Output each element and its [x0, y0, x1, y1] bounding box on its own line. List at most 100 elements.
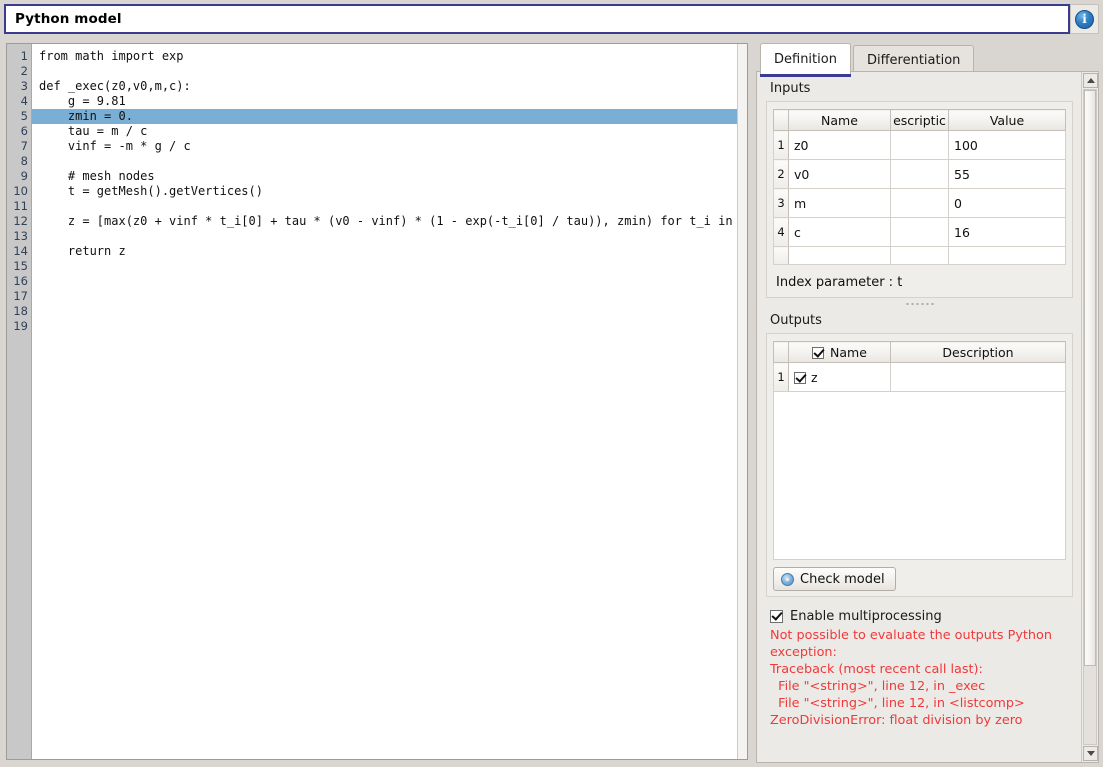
code-line[interactable]: tau = m / c	[32, 124, 747, 139]
input-value-cell[interactable]: 16	[949, 218, 1066, 247]
code-line[interactable]: t = getMesh().getVertices()	[32, 184, 747, 199]
table-row[interactable]: 3m 0	[774, 189, 1066, 218]
code-line[interactable]: g = 9.81	[32, 94, 747, 109]
inputs-groupbox: Name escriptic Value 1z01002v0553m04c16 …	[766, 101, 1073, 298]
error-line: File "<string>", line 12, in <listcomp>	[770, 695, 1073, 712]
tab-differentiation[interactable]: Differentiation	[853, 45, 974, 74]
code-text-area[interactable]: from math import exp def _exec(z0,v0,m,c)…	[32, 44, 747, 759]
code-line[interactable]: vinf = -m * g / c	[32, 139, 747, 154]
code-line[interactable]	[32, 229, 747, 244]
table-row[interactable]: 1z0100	[774, 131, 1066, 160]
line-number: 7	[7, 139, 31, 154]
horizontal-splitter[interactable]	[766, 298, 1073, 310]
enable-multiprocessing-row[interactable]: Enable multiprocessing	[770, 609, 1073, 624]
page-title: Python model	[6, 11, 122, 27]
outputs-col-name-label: Name	[830, 345, 867, 360]
outputs-table-header: Name Description	[774, 342, 1066, 363]
input-description-cell[interactable]	[891, 131, 949, 160]
input-description-cell[interactable]	[891, 160, 949, 189]
code-line[interactable]	[32, 289, 747, 304]
code-line[interactable]: # mesh nodes	[32, 169, 747, 184]
inputs-table-header: Name escriptic Value	[774, 110, 1066, 131]
scroll-up-arrow-icon	[1087, 78, 1095, 83]
row-number: 3	[774, 189, 789, 218]
info-button[interactable]: i	[1070, 4, 1099, 34]
output-description-cell[interactable]	[891, 363, 1066, 392]
output-name-cell[interactable]: z	[789, 363, 891, 392]
outputs-select-all-checkbox[interactable]	[812, 347, 824, 359]
outputs-label: Outputs	[770, 313, 1073, 328]
input-name-cell[interactable]: v0	[789, 160, 891, 189]
error-line: ZeroDivisionError: float division by zer…	[770, 712, 1073, 729]
outputs-col-description[interactable]: Description	[891, 342, 1066, 363]
line-number: 15	[7, 259, 31, 274]
input-value-cell[interactable]: 100	[949, 131, 1066, 160]
error-line: Not possible to evaluate the outputs Pyt…	[770, 627, 1073, 644]
outputs-col-name[interactable]: Name	[789, 342, 891, 363]
scroll-down-arrow-icon	[1087, 751, 1095, 756]
error-line: exception:	[770, 644, 1073, 661]
code-line[interactable]: z = [max(z0 + vinf * t_i[0] + tau * (v0 …	[32, 214, 747, 229]
table-row[interactable]: 2v0 55	[774, 160, 1066, 189]
code-line[interactable]	[32, 64, 747, 79]
editor-vertical-scrollbar[interactable]	[737, 44, 747, 759]
line-number-gutter: 12345678910111213141516171819	[7, 44, 32, 759]
line-number: 14	[7, 244, 31, 259]
table-row-blank[interactable]	[774, 247, 1066, 265]
code-line[interactable]	[32, 199, 747, 214]
index-parameter-label: Index parameter : t	[776, 275, 1066, 290]
tab-content-definition: Inputs Name escriptic Value	[756, 71, 1099, 763]
inputs-col-description[interactable]: escriptic	[891, 110, 949, 131]
code-line[interactable]: from math import exp	[32, 49, 747, 64]
code-line[interactable]	[32, 304, 747, 319]
line-number: 11	[7, 199, 31, 214]
input-value-cell[interactable]: 55	[949, 160, 1066, 189]
enable-multiprocessing-label: Enable multiprocessing	[790, 609, 942, 624]
panel-vertical-scrollbar[interactable]	[1081, 72, 1098, 762]
inputs-table[interactable]: Name escriptic Value 1z01002v0553m04c16	[773, 109, 1066, 265]
input-name-cell[interactable]: c	[789, 218, 891, 247]
input-description-cell[interactable]	[891, 247, 949, 265]
code-line[interactable]	[32, 274, 747, 289]
enable-multiprocessing-checkbox[interactable]	[770, 610, 783, 623]
scroll-down-button[interactable]	[1083, 746, 1098, 761]
output-enabled-checkbox[interactable]	[794, 372, 806, 384]
row-number	[774, 247, 789, 265]
check-model-button[interactable]: Check model	[773, 567, 896, 591]
code-line[interactable]: def _exec(z0,v0,m,c):	[32, 79, 747, 94]
model-name-field[interactable]: Python model	[4, 4, 1070, 34]
code-line[interactable]	[32, 259, 747, 274]
input-name-cell[interactable]: m	[789, 189, 891, 218]
input-description-cell[interactable]	[891, 189, 949, 218]
check-model-button-label: Check model	[800, 572, 885, 587]
right-panel: Definition Differentiation Inputs	[756, 41, 1099, 763]
outputs-table[interactable]: Name Description 1z	[773, 341, 1066, 392]
code-line[interactable]	[32, 154, 747, 169]
line-number: 18	[7, 304, 31, 319]
code-line[interactable]: zmin = 0.	[32, 109, 747, 124]
scrollbar-thumb[interactable]	[1084, 90, 1096, 666]
gear-icon	[781, 573, 794, 586]
input-value-cell[interactable]	[949, 247, 1066, 265]
tab-definition[interactable]: Definition	[760, 43, 851, 74]
code-line[interactable]	[32, 319, 747, 334]
error-line: File "<string>", line 12, in _exec	[770, 678, 1073, 695]
code-line[interactable]: return z	[32, 244, 747, 259]
scrollbar-track[interactable]	[1083, 89, 1097, 745]
table-row[interactable]: 1z	[774, 363, 1066, 392]
input-description-cell[interactable]	[891, 218, 949, 247]
input-name-cell[interactable]	[789, 247, 891, 265]
input-value-cell[interactable]: 0	[949, 189, 1066, 218]
error-line: Traceback (most recent call last):	[770, 661, 1073, 678]
outputs-empty-area[interactable]	[773, 392, 1066, 560]
table-row[interactable]: 4c 16	[774, 218, 1066, 247]
input-name-cell[interactable]: z0	[789, 131, 891, 160]
code-editor[interactable]: 12345678910111213141516171819 from math …	[6, 43, 748, 760]
row-number: 4	[774, 218, 789, 247]
inputs-col-name[interactable]: Name	[789, 110, 891, 131]
inputs-col-value[interactable]: Value	[949, 110, 1066, 131]
line-number: 12	[7, 214, 31, 229]
scroll-up-button[interactable]	[1083, 73, 1098, 88]
row-number: 2	[774, 160, 789, 189]
line-number: 2	[7, 64, 31, 79]
